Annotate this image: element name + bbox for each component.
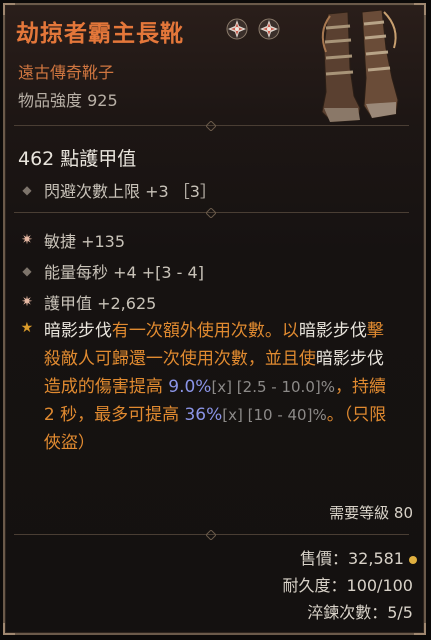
socket-gem-icon: [226, 18, 248, 40]
aspect-segment: 暗影步伐: [43, 321, 112, 341]
aspect-segment: 暗影步伐: [298, 321, 367, 341]
aspect-segment: 暗影步伐: [315, 349, 384, 369]
item-name: 劫掠者霸主長靴: [16, 21, 184, 47]
affix-line: ◆ 能量每秒 +4 +[3 - 4]: [20, 259, 204, 283]
aspect-segment: 造成的傷害提高: [43, 377, 169, 397]
item-type: 遠古傳奇靴子: [18, 63, 115, 82]
armor-value: 462 點護甲值: [18, 148, 137, 170]
affix-text: 能量每秒 +4 +[3 - 4]: [44, 263, 204, 282]
sell-value: 售價：32,581: [300, 545, 417, 569]
boots-icon: [321, 9, 399, 123]
aspect-value: 9.0%: [168, 377, 212, 397]
corner-ornament: [3, 623, 15, 635]
corner-ornament: [414, 3, 426, 15]
section-divider: [14, 121, 409, 131]
section-divider: [14, 208, 409, 218]
star-bullet-icon: ✷: [21, 232, 33, 248]
affix-text: 護甲值 +2,625: [44, 294, 157, 313]
affix-line: ✷ 護甲值 +2,625: [20, 290, 156, 314]
item-power: 物品強度 925: [18, 91, 118, 110]
required-level: 需要等級 80: [329, 504, 413, 522]
section-divider: [14, 530, 409, 540]
aspect-segment: 有一次額外使用次數。以: [111, 321, 299, 341]
diamond-bullet-icon: ◆: [22, 264, 32, 278]
aspect-text: 暗影步伐有一次額外使用次數。以暗影步伐擊殺敵人可歸還一次使用次數，並且使暗影步伐…: [44, 317, 400, 457]
corner-ornament: [414, 623, 426, 635]
durability: 耐久度：100/100: [282, 576, 413, 595]
gold-coin-icon: [409, 555, 417, 564]
socket-row: [226, 18, 280, 40]
sell-value-text: 售價：32,581: [300, 549, 404, 568]
aspect-range: [x] [2.5 - 10.0]%: [211, 378, 335, 396]
diamond-bullet-icon: ◆: [22, 183, 32, 197]
implicit-affix: ◆ 閃避次數上限 +3 ［3］: [20, 178, 216, 202]
aspect-range: [x] [10 - 40]%: [222, 406, 327, 424]
temper-count: 淬鍊次數：5/5: [307, 603, 413, 622]
gold-star-bullet-icon: ★: [20, 320, 34, 336]
corner-ornament: [3, 3, 15, 15]
star-bullet-icon: ✷: [21, 294, 33, 310]
socket-gem-icon: [258, 18, 280, 40]
aspect-value: 36%: [184, 405, 223, 425]
affix-line: ✷ 敏捷 +135: [20, 228, 125, 252]
legendary-aspect: ★ 暗影步伐有一次額外使用次數。以暗影步伐擊殺敵人可歸還一次使用次數，並且使暗影…: [20, 317, 400, 457]
affix-text: 敏捷 +135: [44, 232, 126, 251]
implicit-text: 閃避次數上限 +3 ［3］: [44, 182, 216, 201]
